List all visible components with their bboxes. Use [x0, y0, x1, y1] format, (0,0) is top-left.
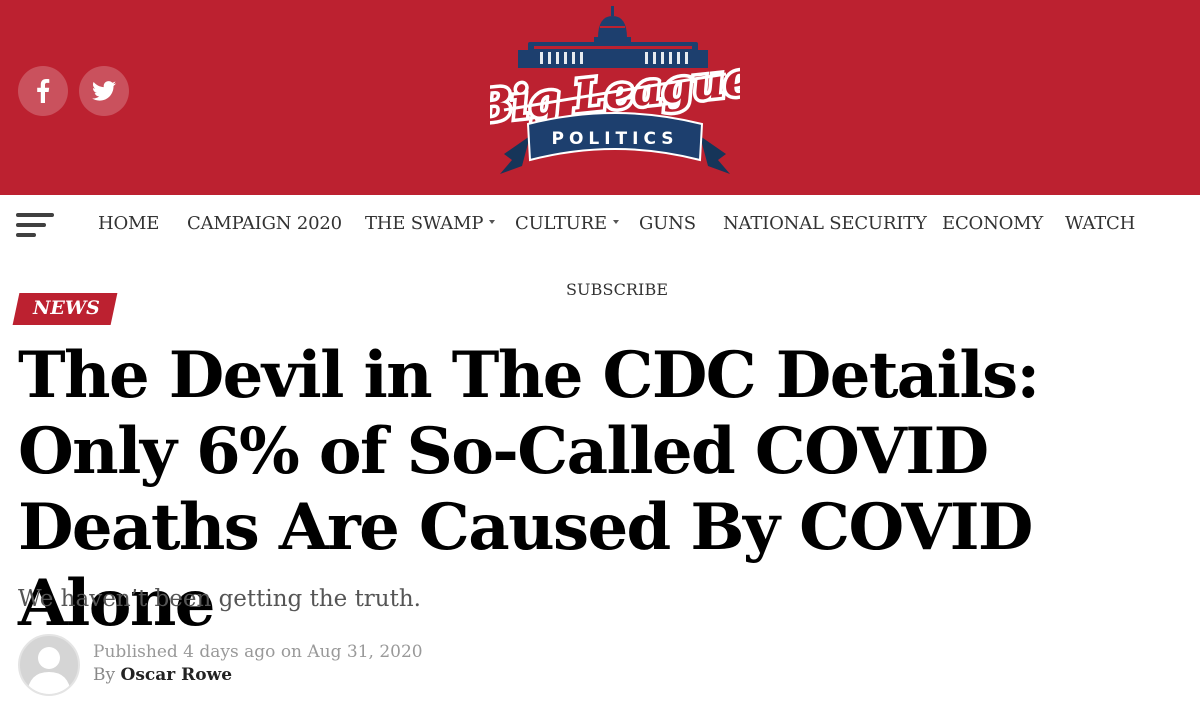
- nav-guns[interactable]: GUNS: [639, 213, 696, 234]
- svg-text:POLITICS: POLITICS: [551, 129, 678, 149]
- nav-watch[interactable]: WATCH: [1065, 213, 1135, 234]
- politics-ribbon: POLITICS: [500, 112, 730, 174]
- nav-culture[interactable]: CULTURE: [515, 213, 619, 234]
- nav-the-swamp[interactable]: THE SWAMP: [365, 213, 496, 234]
- user-silhouette-icon: [27, 647, 71, 694]
- twitter-share-button[interactable]: [79, 66, 129, 116]
- big-league-politics-logo[interactable]: Big League POLITICS: [490, 4, 740, 190]
- article-subtitle: We haven’t been getting the truth.: [18, 586, 421, 612]
- nav-national-security[interactable]: NATIONAL SECURITY: [723, 213, 927, 234]
- facebook-share-button[interactable]: [18, 66, 68, 116]
- chevron-down-icon: [612, 220, 619, 224]
- publish-date: Aug 31, 2020: [307, 642, 423, 662]
- facebook-icon: [37, 79, 50, 103]
- publish-info: Published 4 days ago on Aug 31, 2020: [93, 642, 423, 662]
- author-link[interactable]: Oscar Rowe: [121, 665, 233, 685]
- time-ago: 4 days ago: [183, 642, 276, 662]
- main-navigation: HOME CAMPAIGN 2020 THE SWAMP CULTURE GUN…: [0, 195, 1200, 255]
- nav-economy[interactable]: ECONOMY: [942, 213, 1043, 234]
- site-header: Big League POLITICS: [0, 0, 1200, 195]
- byline: By Oscar Rowe: [93, 665, 233, 685]
- twitter-icon: [92, 81, 116, 101]
- nav-home[interactable]: HOME: [98, 213, 159, 234]
- nav-subscribe[interactable]: SUBSCRIBE: [566, 280, 668, 299]
- author-avatar[interactable]: [18, 634, 80, 696]
- category-label[interactable]: NEWS: [33, 297, 100, 319]
- nav-campaign-2020[interactable]: CAMPAIGN 2020: [187, 213, 342, 234]
- chevron-down-icon: [489, 220, 496, 224]
- hamburger-menu-icon[interactable]: [16, 211, 54, 239]
